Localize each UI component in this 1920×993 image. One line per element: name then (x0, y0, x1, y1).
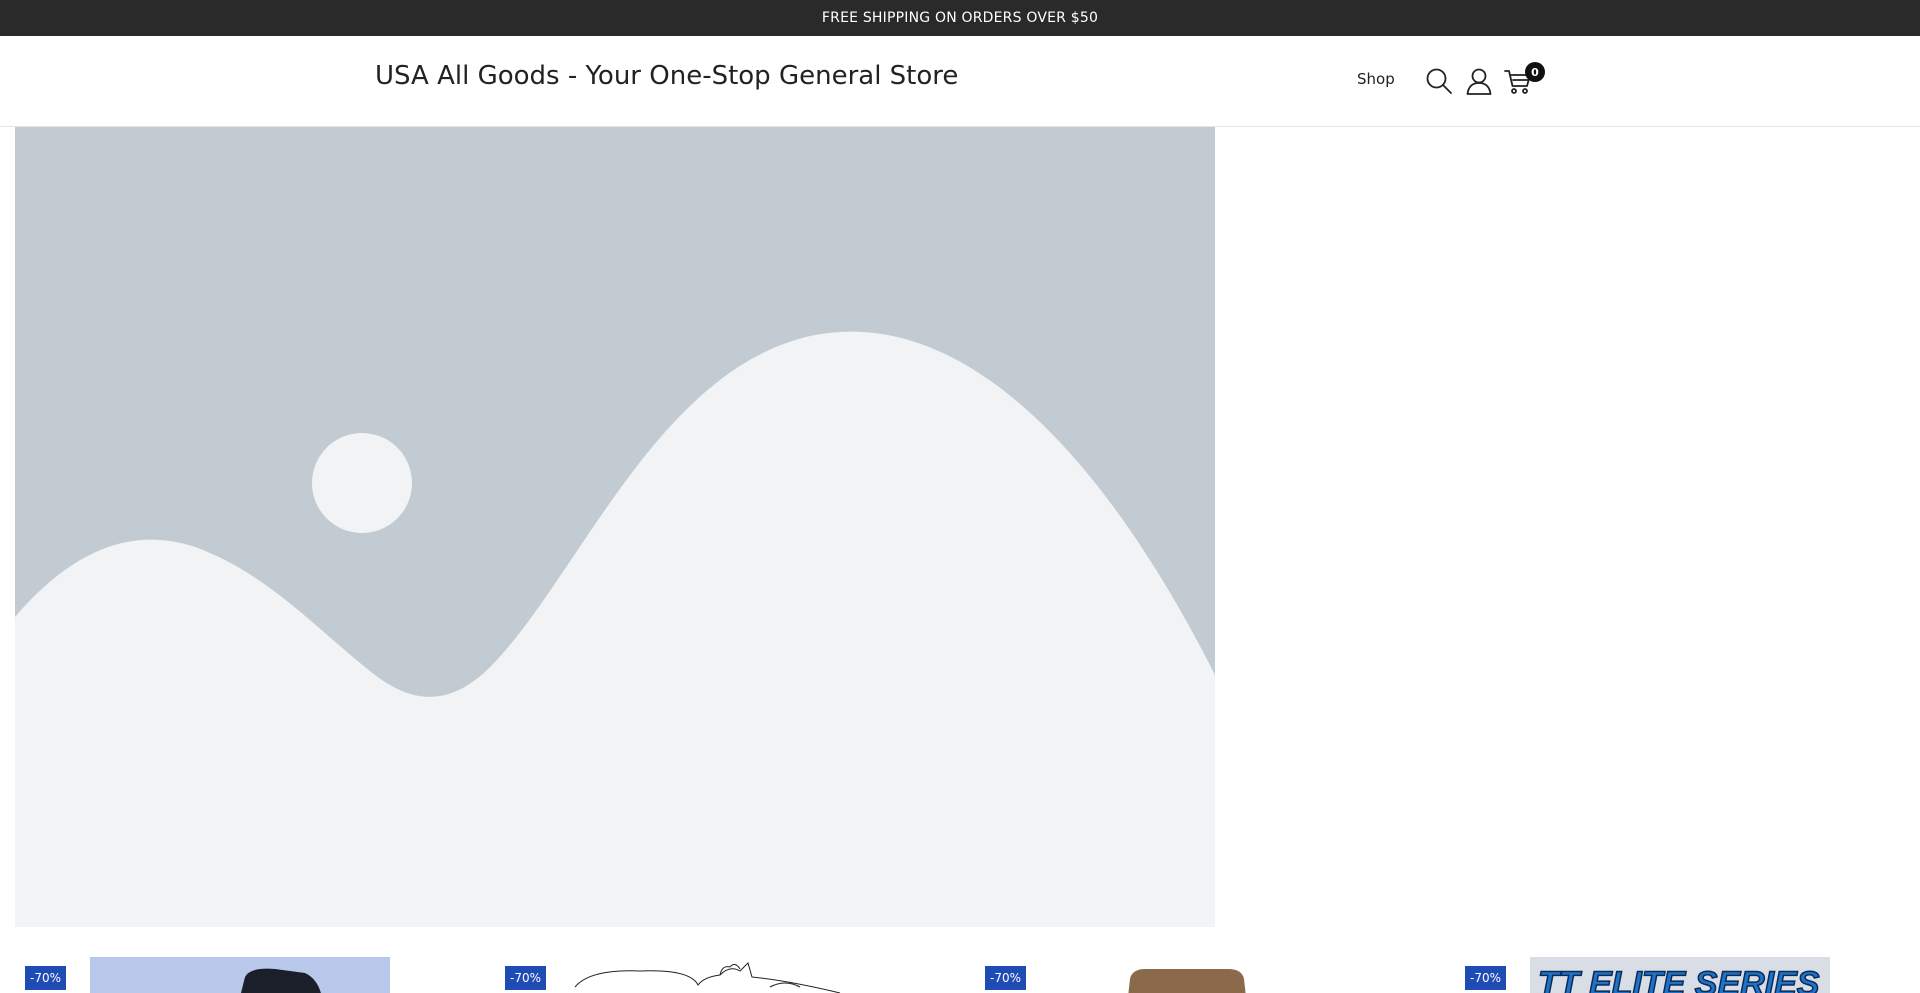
placeholder-landscape-image (15, 127, 1215, 927)
discount-badge: -70% (985, 966, 1027, 990)
nav-shop-link[interactable]: Shop (1357, 70, 1395, 88)
discount-badge: -70% (1465, 966, 1507, 990)
black-product-photo[interactable] (90, 957, 390, 993)
line-drawing-product-photo[interactable] (570, 957, 870, 993)
brown-product-photo[interactable] (1050, 957, 1350, 993)
cart-count-badge: 0 (1525, 62, 1545, 82)
product-card[interactable]: -70% (0, 950, 480, 993)
product-grid: -70% -70% -70% -70% TT ELITE SERIES (0, 950, 1920, 993)
account-icon[interactable] (1464, 66, 1494, 96)
site-header: USA All Goods - Your One-Stop General St… (0, 36, 1920, 127)
discount-badge: -70% (505, 966, 547, 990)
product-card[interactable]: -70% (960, 950, 1440, 993)
announcement-text: FREE SHIPPING ON ORDERS OVER $50 (821, 10, 1099, 26)
product-card[interactable]: -70% TT ELITE SERIES (1440, 950, 1920, 993)
search-icon[interactable] (1424, 66, 1454, 96)
site-title-link[interactable]: USA All Goods - Your One-Stop General St… (375, 61, 958, 91)
elite-series-image-text: TT ELITE SERIES (1538, 965, 1820, 993)
discount-badge: -70% (25, 966, 67, 990)
announcement-bar: FREE SHIPPING ON ORDERS OVER $50 (0, 0, 1920, 36)
elite-series-product-photo[interactable]: TT ELITE SERIES (1530, 957, 1830, 993)
product-card[interactable]: -70% (480, 950, 960, 993)
